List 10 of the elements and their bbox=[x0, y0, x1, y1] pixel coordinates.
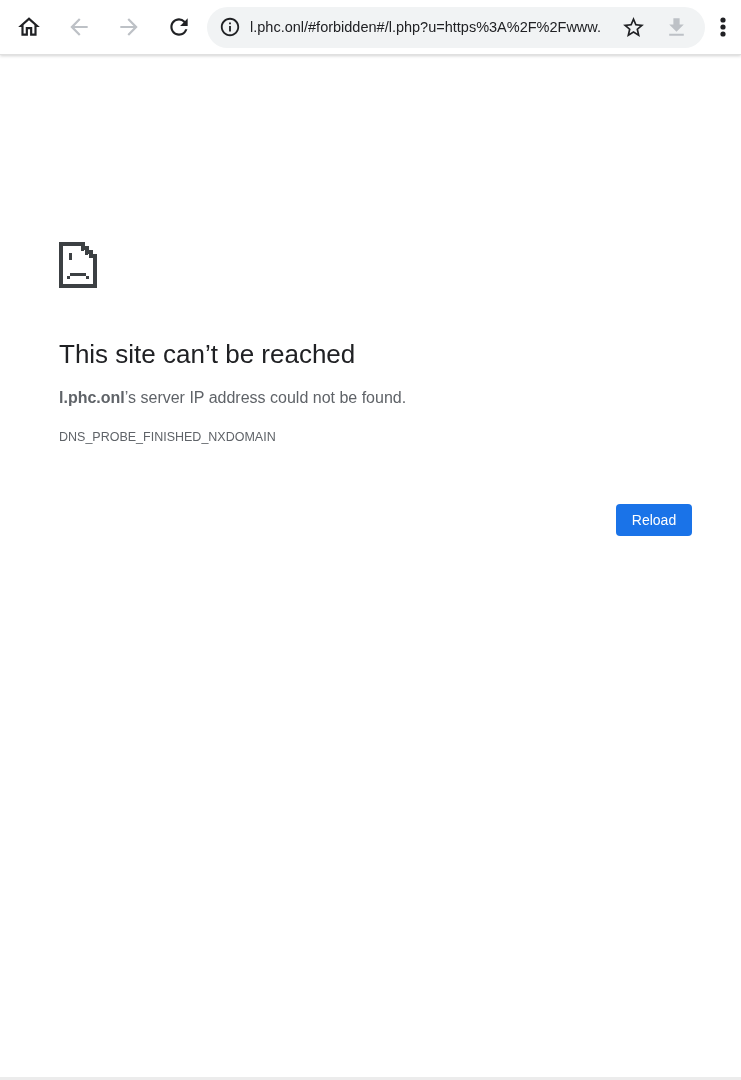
info-icon[interactable] bbox=[219, 16, 241, 38]
error-message: l.phc.onl’s server IP address could not be found. bbox=[59, 388, 407, 408]
address-bar[interactable]: l.phc.onl/#forbidden#/l.php?u=https%3A%2F%2Fwww. bbox=[207, 6, 705, 48]
star-icon bbox=[621, 14, 646, 40]
error-code: DNS_PROBE_FINISHED_NXDOMAIN bbox=[59, 429, 276, 446]
error-title: This site can’t be reached bbox=[59, 338, 356, 370]
menu-icon bbox=[720, 17, 726, 37]
sad-page-icon bbox=[59, 242, 97, 288]
url-text: l.phc.onl/#forbidden#/l.php?u=https%3A%2F%2Fwww. bbox=[250, 18, 602, 37]
reload-page-button[interactable]: Reload bbox=[616, 504, 692, 536]
